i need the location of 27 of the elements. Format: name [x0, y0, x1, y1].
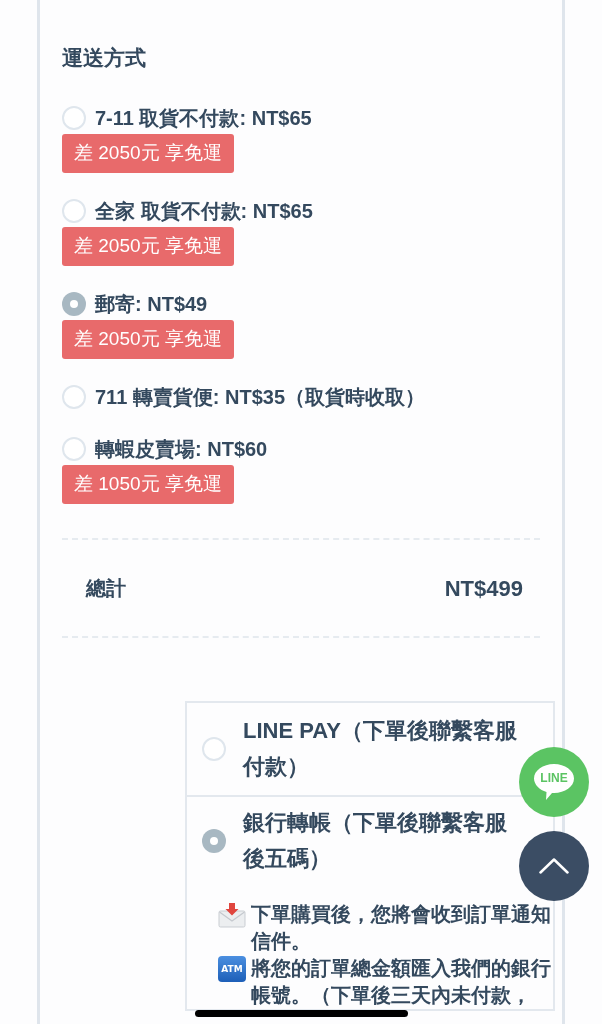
- payment-option-label[interactable]: LINE PAY（下單後聯繫客服付款）: [243, 713, 518, 785]
- envelope-icon: [218, 902, 246, 928]
- total-label: 總計: [86, 576, 126, 601]
- radio-button[interactable]: [202, 737, 226, 761]
- radio-button[interactable]: [62, 199, 86, 223]
- shipping-option-label[interactable]: 郵寄: NT$49: [95, 290, 208, 318]
- payment-option-label[interactable]: 銀行轉帳（下單後聯繫客服後五碼）: [243, 805, 518, 877]
- free-shipping-badge: 差 2050元 享免運: [62, 320, 234, 359]
- radio-button[interactable]: [62, 106, 86, 130]
- radio-button[interactable]: [62, 292, 86, 316]
- shipping-option-label[interactable]: 轉蝦皮賣場: NT$60: [95, 435, 268, 463]
- free-shipping-badge: 差 1050元 享免運: [62, 465, 234, 504]
- chat-bubble-icon: [533, 763, 575, 801]
- atm-sign-icon: ATM: [218, 956, 246, 982]
- section-heading: 運送方式: [62, 45, 146, 71]
- shipping-option-label[interactable]: 7-11 取貨不付款: NT$65: [95, 104, 312, 132]
- radio-button[interactable]: [202, 829, 226, 853]
- free-shipping-badge: 差 2050元 享免運: [62, 134, 234, 173]
- radio-button[interactable]: [62, 385, 86, 409]
- shipping-option-label[interactable]: 全家 取貨不付款: NT$65: [95, 197, 313, 225]
- free-shipping-badge: 差 2050元 享免運: [62, 227, 234, 266]
- radio-button[interactable]: [62, 437, 86, 461]
- chevron-up-icon: [539, 858, 569, 874]
- total-amount: NT$499: [444, 574, 523, 603]
- shipping-option-label[interactable]: 711 轉賣貨便: NT$35（取貨時收取）: [95, 383, 426, 411]
- payment-instruction-text: 下單購買後，您將會收到訂單通知信件。: [251, 902, 552, 954]
- payment-instruction-text: 將您的訂單總金額匯入我們的銀行帳號。（下單後三天內未付款，: [251, 956, 552, 1008]
